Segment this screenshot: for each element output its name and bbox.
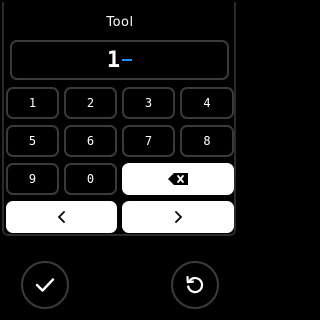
display-value: 1 [106, 47, 122, 73]
key-7[interactable]: 7 [122, 125, 175, 157]
key-4[interactable]: 4 [180, 87, 234, 119]
confirm-button[interactable] [21, 261, 69, 309]
key-8[interactable]: 8 [180, 125, 234, 157]
key-0[interactable]: 0 [64, 163, 117, 195]
reset-icon [184, 274, 206, 296]
backspace-button[interactable] [122, 163, 234, 195]
key-1[interactable]: 1 [6, 87, 59, 119]
dialog-title: Tool [106, 15, 134, 30]
cursor-right-button[interactable] [122, 201, 234, 233]
checkmark-icon [35, 277, 55, 293]
cursor-left-button[interactable] [6, 201, 117, 233]
reset-button[interactable] [171, 261, 219, 309]
key-6[interactable]: 6 [64, 125, 117, 157]
text-cursor [122, 59, 133, 61]
key-2[interactable]: 2 [64, 87, 117, 119]
chevron-right-icon [173, 211, 183, 223]
key-9[interactable]: 9 [6, 163, 59, 195]
value-display[interactable]: 1 [10, 40, 229, 80]
chevron-left-icon [57, 211, 67, 223]
backspace-icon [168, 173, 188, 185]
key-5[interactable]: 5 [6, 125, 59, 157]
key-3[interactable]: 3 [122, 87, 175, 119]
